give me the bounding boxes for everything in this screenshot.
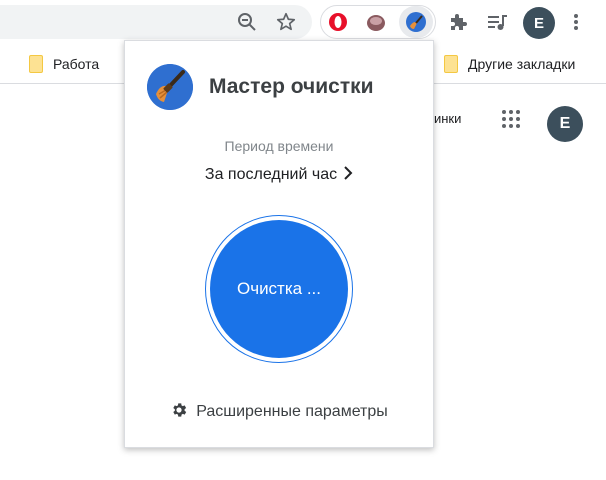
folder-icon [29,55,43,73]
period-selector[interactable]: За последний час [125,163,433,187]
opera-extension-icon[interactable] [326,10,350,34]
clean-button-label: Очистка ... [236,279,322,298]
bookmark-folder-work[interactable]: Работа [29,44,99,84]
bookmark-folder-other[interactable]: Другие закладки [444,44,575,84]
period-label: Период времени [224,138,334,154]
profile-avatar[interactable]: E [523,7,555,39]
clean-button[interactable]: Очистка ... [210,220,348,358]
period-value: За последний час [204,166,338,183]
profile-initial: E [533,14,544,32]
zoom-out-icon[interactable] [235,10,259,34]
chevron-right-icon [343,165,353,185]
cleaner-popup: Мастер очистки Период времени За последн… [124,40,434,448]
broom-logo-icon [147,64,193,110]
advanced-settings-link[interactable]: Расширенные параметры [125,401,433,423]
bookmark-star-icon[interactable] [274,10,298,34]
apps-grid-icon[interactable] [502,110,520,128]
screen: E Работа Другие закладки тинки E Мастер … [0,0,606,480]
bookmark-label: Другие закладки [468,56,576,72]
extensions-puzzle-icon[interactable] [446,10,470,34]
browser-toolbar: E [0,0,606,44]
page-account-initial: E [559,115,571,132]
page-account-avatar[interactable]: E [547,106,583,142]
media-control-icon[interactable] [485,10,509,34]
address-bar[interactable] [0,5,312,39]
folder-icon [444,55,458,73]
bookmark-label: Работа [53,56,100,72]
gear-icon [170,401,188,424]
menu-icon[interactable] [564,10,588,34]
extension-icon-2[interactable] [364,10,388,34]
popup-title: Мастер очистки [209,75,374,98]
cleaner-extension-icon[interactable] [404,10,428,34]
advanced-settings-label: Расширенные параметры [196,403,388,420]
